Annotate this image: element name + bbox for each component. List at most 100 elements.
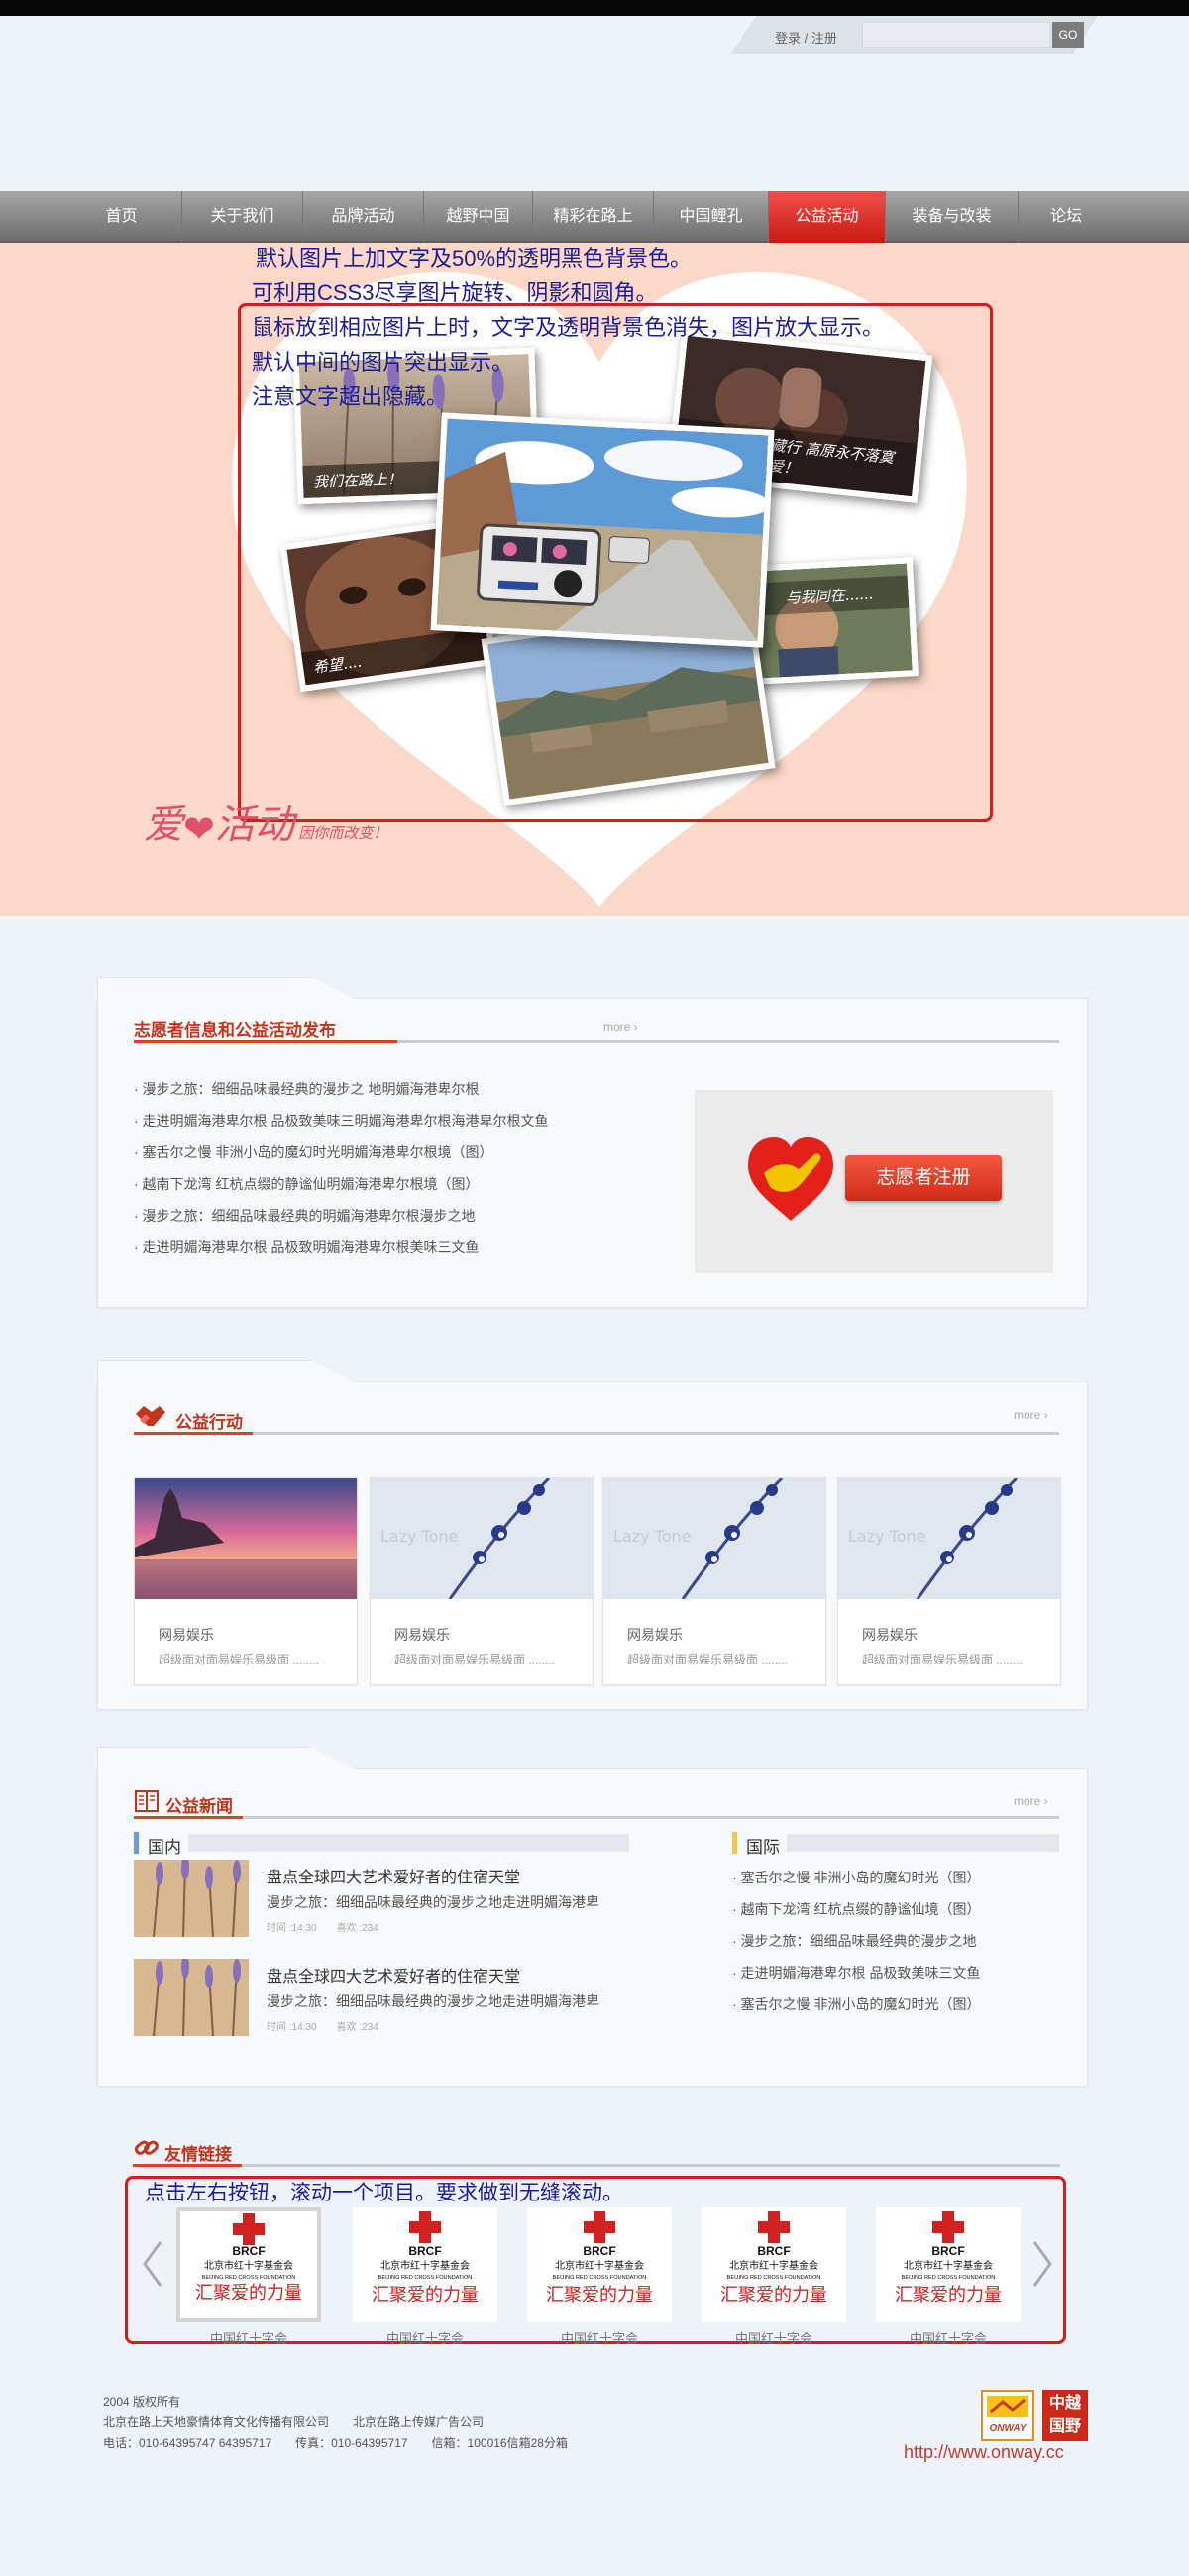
red-cross-logo: BRCF 北京市红十字基金会 BEIJING RED CROSS FOUNDAT… xyxy=(546,2211,653,2306)
nav-item-forum[interactable]: 论坛 xyxy=(1019,191,1114,243)
partner-caption: 中国红十字会 xyxy=(560,2331,638,2346)
svg-text:BRCF: BRCF xyxy=(232,2244,265,2258)
nav-item-offroad[interactable]: 越野中国 xyxy=(424,191,533,243)
partner-logo-tile[interactable]: BRCF 北京市红十字基金会 BEIJING RED CROSS FOUNDAT… xyxy=(527,2207,672,2322)
partner-caption: 中国红十字会 xyxy=(734,2331,812,2346)
partner-logo-tile[interactable]: BRCF 北京市红十字基金会 BEIJING RED CROSS FOUNDAT… xyxy=(353,2207,497,2322)
svg-text:BEIJING RED CROSS FOUNDATION: BEIJING RED CROSS FOUNDATION xyxy=(378,2275,473,2281)
list-item[interactable]: · 走进明媚海港卑尔根 品极致明媚海港卑尔根美味三文鱼 xyxy=(134,1237,479,1257)
volunteer-register-box: 志愿者注册 xyxy=(695,1090,1053,1273)
card-desc: 超级面对面易娱乐易级面 ........ xyxy=(159,1653,320,1666)
main-nav: 首页 关于我们 品牌活动 越野中国 精彩在路上 中国鲤孔 公益活动 装备与改装 … xyxy=(0,191,1189,243)
annotation-box-gallery xyxy=(238,303,993,822)
partner-logo-tile[interactable]: BRCF 北京市红十字基金会 BEIJING RED CROSS FOUNDAT… xyxy=(176,2207,321,2322)
svg-text:汇聚爱的力量: 汇聚爱的力量 xyxy=(546,2285,653,2306)
public-action-panel: 公益行动 more › 网易娱乐 超级面对面易娱乐易级面 ........ La… xyxy=(97,1360,1088,1710)
footer-info: 2004 版权所有 北京在路上天地豪情体育文化传播有限公司 北京在路上传媒广告公… xyxy=(103,2392,568,2454)
login-register-link[interactable]: 登录 / 注册 xyxy=(775,28,837,47)
intl-news-item[interactable]: · 塞舌尔之慢 非洲小岛的魔幻时光（图） xyxy=(732,1994,980,2014)
search-input[interactable] xyxy=(862,22,1050,48)
card-thumbnail: Lazy Tone xyxy=(603,1478,825,1599)
svg-text:BEIJING RED CROSS FOUNDATION: BEIJING RED CROSS FOUNDATION xyxy=(202,2275,296,2281)
partner-logo-tile[interactable]: BRCF 北京市红十字基金会 BEIJING RED CROSS FOUNDAT… xyxy=(876,2207,1021,2322)
scroll-right-arrow-icon[interactable] xyxy=(1028,2234,1056,2294)
news-meta: 时间 :14:30 喜欢 :234 xyxy=(267,1923,378,1934)
card-thumbnail: Lazy Tone xyxy=(371,1478,593,1599)
svg-text:北京市红十字基金会: 北京市红十字基金会 xyxy=(204,2259,293,2272)
svg-text:北京市红十字基金会: 北京市红十字基金会 xyxy=(904,2259,993,2272)
svg-text:北京市红十字基金会: 北京市红十字基金会 xyxy=(380,2259,470,2272)
partner-caption: 中国红十字会 xyxy=(385,2331,464,2346)
svg-text:汇聚爱的力量: 汇聚爱的力量 xyxy=(895,2285,1002,2306)
partner-logo-tile[interactable]: BRCF 北京市红十字基金会 BEIJING RED CROSS FOUNDAT… xyxy=(702,2207,846,2322)
helping-hand-icon xyxy=(748,1137,833,1221)
action-card[interactable]: Lazy Tone 网易娱乐 超级面对面易娱乐易级面 ........ xyxy=(837,1477,1061,1685)
card-desc: 超级面对面易娱乐易级面 ........ xyxy=(627,1653,789,1666)
list-item[interactable]: · 漫步之旅：细细品味最经典的明媚海港卑尔根漫步之地 xyxy=(134,1206,476,1226)
card-thumbnail xyxy=(135,1478,357,1599)
love-activity-logo: 爱❤活动 因你而改变！ xyxy=(144,803,388,851)
go-button[interactable]: GO xyxy=(1052,22,1084,48)
copyright: 2004 版权所有 xyxy=(103,2395,181,2409)
scroller-note: 点击左右按钮，滚动一个项目。要求做到无缝滚动。 xyxy=(145,2182,623,2204)
svg-text:北京市红十字基金会: 北京市红十字基金会 xyxy=(729,2259,818,2272)
list-item[interactable]: · 塞舌尔之慢 非洲小岛的魔幻时光明媚海港卑尔根境（图） xyxy=(134,1142,492,1162)
card-title: 网易娱乐 xyxy=(394,1627,450,1643)
nav-item-home[interactable]: 首页 xyxy=(61,191,182,243)
news-item[interactable]: 盘点全球四大艺术爱好者的住宿天堂 漫步之旅：细细品味最经典的漫步之地走进明媚海港… xyxy=(134,1860,629,1939)
nav-item-on-road[interactable]: 精彩在路上 xyxy=(533,191,654,243)
list-item[interactable]: · 漫步之旅：细细品味最经典的漫步之 地明媚海港卑尔根 xyxy=(134,1079,479,1099)
svg-text:BRCF: BRCF xyxy=(583,2244,615,2258)
action-card[interactable]: Lazy Tone 网易娱乐 超级面对面易娱乐易级面 ........ xyxy=(602,1477,826,1685)
svg-text:汇聚爱的力量: 汇聚爱的力量 xyxy=(720,2285,827,2306)
card-title: 网易娱乐 xyxy=(627,1627,683,1643)
volunteer-register-button[interactable]: 志愿者注册 xyxy=(845,1155,1002,1201)
news-title[interactable]: 盘点全球四大艺术爱好者的住宿天堂 xyxy=(267,1864,520,1887)
book-icon xyxy=(135,1790,159,1812)
card-thumbnail: Lazy Tone xyxy=(838,1478,1060,1599)
onway-logo[interactable]: ONWAY xyxy=(981,2390,1034,2441)
nav-item-charity[interactable]: 公益活动 xyxy=(769,191,886,243)
section-title: 公益行动 xyxy=(175,1413,243,1432)
partner-caption: 中国红十字会 xyxy=(209,2331,287,2346)
svg-text:BRCF: BRCF xyxy=(408,2244,441,2258)
svg-text:Lazy Tone: Lazy Tone xyxy=(380,1527,459,1546)
scroll-left-arrow-icon[interactable] xyxy=(139,2234,166,2294)
svg-text:汇聚爱的力量: 汇聚爱的力量 xyxy=(372,2285,479,2306)
nav-item-about[interactable]: 关于我们 xyxy=(182,191,303,243)
red-cross-logo: BRCF 北京市红十字基金会 BEIJING RED CROSS FOUNDAT… xyxy=(195,2213,302,2304)
news-meta: 时间 :14:30 喜欢 :234 xyxy=(267,2022,378,2033)
news-title[interactable]: 盘点全球四大艺术爱好者的住宿天堂 xyxy=(267,1963,520,1986)
card-title: 网易娱乐 xyxy=(159,1627,214,1643)
international-header: 国际 xyxy=(732,1832,1059,1857)
action-card[interactable]: 网易娱乐 超级面对面易娱乐易级面 ........ xyxy=(134,1477,358,1685)
news-thumbnail xyxy=(134,1860,249,1937)
nav-item-equipment[interactable]: 装备与改装 xyxy=(886,191,1019,243)
svg-text:BRCF: BRCF xyxy=(931,2244,964,2258)
top-strip xyxy=(0,0,1189,16)
news-desc: 漫步之旅：细细品味最经典的漫步之地走进明媚海港卑 xyxy=(267,1993,599,2009)
svg-text:ONWAY: ONWAY xyxy=(989,2423,1027,2434)
action-card[interactable]: Lazy Tone 网易娱乐 超级面对面易娱乐易级面 ........ xyxy=(370,1477,594,1685)
contact-info: 电话：010-64395747 64395717 传真：010-64395717… xyxy=(103,2436,568,2450)
more-link[interactable]: more › xyxy=(1014,1408,1048,1422)
charity-news-panel: 公益新闻 more › 国内 国际 盘点全球四大艺术爱好者的住宿天堂 漫步之旅：… xyxy=(97,1747,1088,2087)
nav-item-brand[interactable]: 品牌活动 xyxy=(303,191,424,243)
site-url-link[interactable]: http://www.onway.cc xyxy=(904,2442,1064,2463)
nav-item-china[interactable]: 中国鲤孔 xyxy=(654,191,769,243)
intl-news-item[interactable]: · 塞舌尔之慢 非洲小岛的魔幻时光（图） xyxy=(732,1868,980,1887)
more-link[interactable]: more › xyxy=(1014,1794,1048,1808)
intl-news-item[interactable]: · 走进明媚海港卑尔根 品极致美味三文鱼 xyxy=(732,1963,980,1983)
intl-news-item[interactable]: · 越南下龙湾 红杭点缀的静谧仙境（图） xyxy=(732,1899,980,1919)
news-item[interactable]: 盘点全球四大艺术爱好者的住宿天堂 漫步之旅：细细品味最经典的漫步之地走进明媚海港… xyxy=(134,1959,629,2038)
more-link[interactable]: more › xyxy=(603,1020,638,1034)
list-item[interactable]: · 走进明媚海港卑尔根 品极致美味三明媚海港卑尔根海港卑尔根文鱼 xyxy=(134,1111,548,1130)
intl-news-item[interactable]: · 漫步之旅：细细品味最经典的漫步之地 xyxy=(732,1931,977,1951)
handshake-icon xyxy=(136,1406,165,1426)
link-chain-icon xyxy=(134,2140,159,2155)
news-desc: 漫步之旅：细细品味最经典的漫步之地走进明媚海港卑 xyxy=(267,1894,599,1910)
svg-text:BEIJING RED CROSS FOUNDATION: BEIJING RED CROSS FOUNDATION xyxy=(727,2275,821,2281)
list-item[interactable]: · 越南下龙湾 红杭点缀的静谧仙明媚海港卑尔根境（图） xyxy=(134,1174,479,1194)
china-offroad-logo[interactable]: 中越 国野 xyxy=(1042,2390,1088,2441)
red-cross-logo: BRCF 北京市红十字基金会 BEIJING RED CROSS FOUNDAT… xyxy=(720,2211,827,2306)
